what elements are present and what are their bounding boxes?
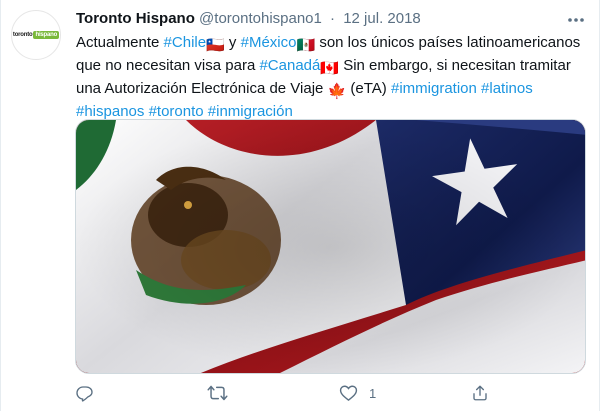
hashtag-inmigracion[interactable]: #inmigración [208, 103, 293, 120]
tweet-date[interactable]: 12 jul. 2018 [343, 10, 421, 27]
hashtag-latinos[interactable]: #latinos [481, 80, 533, 97]
avatar[interactable]: toronto hispano [11, 10, 61, 60]
like-button[interactable]: 1 [339, 380, 376, 406]
text-segment: y [224, 34, 241, 51]
mexico-flag-emoji: 🇲🇽 [296, 37, 316, 54]
reply-button[interactable] [75, 380, 94, 406]
retweet-icon [207, 385, 228, 401]
text-segment: (eTA) [346, 80, 391, 97]
canada-flag-emoji: 🇨🇦 [320, 60, 340, 77]
hashtag-chile[interactable]: #Chile [164, 34, 207, 51]
reply-icon [76, 386, 93, 402]
separator-dot: · [330, 10, 336, 27]
share-icon [473, 385, 487, 401]
logo-text-hispano: hispano [33, 31, 60, 39]
tweet[interactable]: toronto hispano Toronto Hispano @toronto… [0, 0, 600, 411]
tweet-header: Toronto Hispano @torontohispano1 · 12 ju… [76, 9, 421, 29]
like-count: 1 [369, 385, 377, 401]
hashtag-toronto[interactable]: #toronto [149, 103, 204, 120]
author-name[interactable]: Toronto Hispano [76, 10, 195, 27]
more-options-button[interactable] [566, 12, 586, 28]
chile-flag-emoji: 🇨🇱 [206, 37, 225, 54]
tweet-media-image[interactable] [75, 119, 586, 374]
hashtag-immigration[interactable]: #immigration [391, 80, 477, 97]
hashtag-canada[interactable]: #Canadá [259, 57, 320, 74]
text-segment: Actualmente [76, 34, 164, 51]
hashtag-hispanos[interactable]: #hispanos [76, 103, 144, 120]
share-button[interactable] [471, 380, 489, 406]
tweet-actions: 1 [75, 380, 595, 408]
author-handle[interactable]: @torontohispano1 [199, 10, 322, 27]
heart-icon [339, 385, 358, 402]
maple-leaf-emoji: 🍁 [327, 83, 347, 100]
toronto-hispano-logo: toronto hispano [12, 31, 60, 39]
tweet-text: Actualmente #Chile🇨🇱 y #México🇲🇽 son los… [76, 33, 586, 122]
mexico-chile-flags-photo [76, 120, 585, 373]
more-icon [568, 18, 584, 22]
logo-text-toronto: toronto [12, 32, 33, 38]
retweet-button[interactable] [207, 380, 228, 406]
hashtag-mexico[interactable]: #México [241, 34, 297, 51]
